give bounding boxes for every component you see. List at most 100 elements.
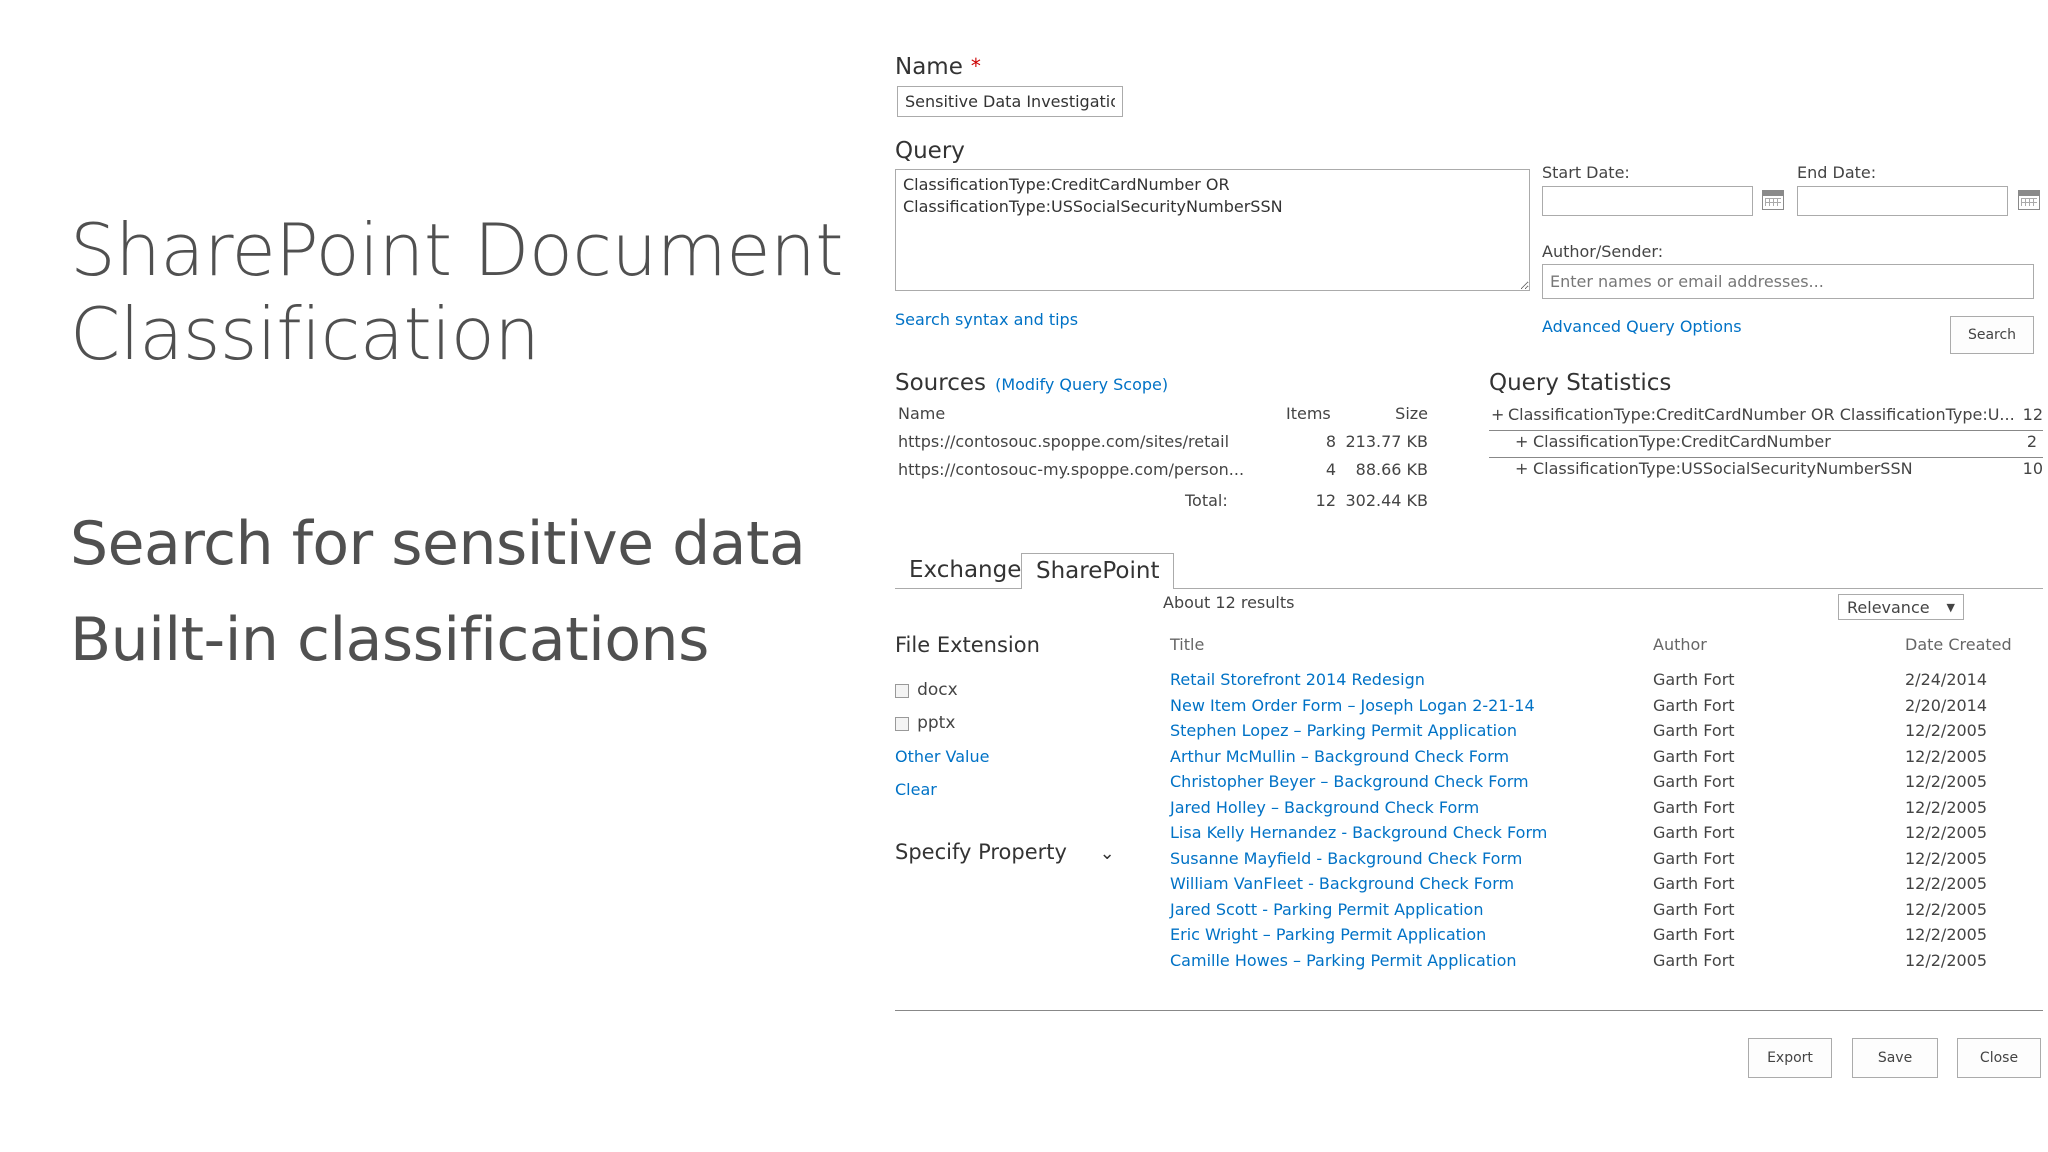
- result-title-link[interactable]: William VanFleet - Background Check Form: [1170, 874, 1514, 893]
- result-title-link[interactable]: Christopher Beyer – Background Check For…: [1170, 772, 1529, 791]
- save-button[interactable]: Save: [1852, 1038, 1938, 1078]
- result-title-link[interactable]: Camille Howes – Parking Permit Applicati…: [1170, 951, 1517, 970]
- col-header-title: Title: [1170, 635, 1205, 654]
- expand-toggle[interactable]: +: [1491, 405, 1504, 424]
- results-count: About 12 results: [1163, 593, 1295, 612]
- source-row-name: https://contosouc-my.spoppe.com/person..…: [898, 460, 1245, 479]
- checkbox[interactable]: [895, 683, 909, 698]
- result-author: Garth Fort: [1653, 823, 1735, 842]
- refiner-option[interactable]: docx: [895, 680, 958, 700]
- sources-total-items: 12: [1315, 491, 1336, 510]
- tab-exchange[interactable]: Exchange: [895, 553, 1035, 587]
- name-input[interactable]: [897, 86, 1123, 117]
- export-button[interactable]: Export: [1748, 1038, 1832, 1078]
- tab-sharepoint[interactable]: SharePoint: [1021, 553, 1175, 589]
- chevron-down-icon: ⌄: [1099, 843, 1115, 864]
- refiner-label: docx: [917, 680, 958, 700]
- result-author: Garth Fort: [1653, 848, 1735, 868]
- query-stats-title: Query Statistics: [1489, 370, 1672, 396]
- result-title-link[interactable]: Stephen Lopez – Parking Permit Applicati…: [1170, 721, 1517, 740]
- other-value-link[interactable]: Other Value: [895, 747, 989, 766]
- refiner-option[interactable]: pptx: [895, 713, 955, 733]
- result-title-link[interactable]: Retail Storefront 2014 Redesign: [1170, 670, 1425, 689]
- sources-title: Sources: [895, 370, 986, 396]
- sources-header: Sources (Modify Query Scope): [895, 370, 1168, 396]
- slide-bullet-2: Built-in classifications: [70, 605, 709, 675]
- sources-total-size: 302.44 KB: [1345, 491, 1428, 510]
- start-date-input[interactable]: [1542, 186, 1753, 216]
- result-author: Garth Fort: [1653, 925, 1735, 944]
- source-row-items: 8: [1325, 432, 1336, 451]
- start-date-label: Start Date:: [1542, 163, 1630, 182]
- refiner-label: pptx: [917, 713, 956, 733]
- result-title-link[interactable]: New Item Order Form – Joseph Logan 2-21-…: [1170, 696, 1535, 715]
- search-button[interactable]: Search: [1950, 316, 2034, 354]
- result-title-link[interactable]: Lisa Kelly Hernandez - Background Check …: [1170, 823, 1547, 842]
- result-author: Garth Fort: [1653, 950, 1735, 970]
- result-title-link[interactable]: Jared Holley – Background Check Form: [1170, 798, 1479, 817]
- stat-count: 12: [2022, 405, 2043, 424]
- specify-property-label: Specify Property: [895, 840, 1067, 864]
- result-title-link[interactable]: Susanne Mayfield - Background Check Form: [1170, 849, 1522, 868]
- sort-dropdown[interactable]: Relevance ▼: [1838, 594, 1964, 620]
- expand-toggle[interactable]: +: [1515, 459, 1528, 478]
- result-author: Garth Fort: [1653, 695, 1735, 715]
- source-row-name: https://contosouc.spoppe.com/sites/retai…: [898, 432, 1230, 451]
- sort-value: Relevance: [1847, 597, 1930, 617]
- result-date: 12/2/2005: [1905, 772, 1988, 791]
- result-date: 12/2/2005: [1905, 874, 1988, 893]
- author-input[interactable]: [1542, 264, 2034, 299]
- results-list: Retail Storefront 2014 Redesign Garth For…: [1170, 670, 2030, 980]
- sources-total-label: Total:: [1185, 491, 1228, 510]
- result-author: Garth Fort: [1653, 670, 1735, 689]
- stat-row: + ClassificationType:CreditCardNumber 2: [1489, 432, 2043, 458]
- author-label: Author/Sender:: [1542, 242, 1664, 261]
- dropdown-arrow-icon: ▼: [1946, 600, 1955, 614]
- col-header-author: Author: [1653, 635, 1707, 654]
- stat-label: ClassificationType:USSocialSecurityNumbe…: [1533, 459, 1913, 478]
- result-title-link[interactable]: Eric Wright – Parking Permit Application: [1170, 925, 1486, 944]
- clear-link[interactable]: Clear: [895, 780, 937, 799]
- result-date: 12/2/2005: [1905, 925, 1988, 944]
- stat-count: 10: [2022, 459, 2043, 478]
- checkbox[interactable]: [895, 716, 909, 731]
- calendar-icon[interactable]: [1762, 190, 1784, 210]
- result-title-link[interactable]: Jared Scott - Parking Permit Application: [1170, 900, 1483, 919]
- col-header-date: Date Created: [1905, 635, 2012, 654]
- search-syntax-link[interactable]: Search syntax and tips: [895, 310, 1078, 329]
- result-date: 12/2/2005: [1905, 899, 1988, 919]
- result-title-link[interactable]: Arthur McMullin – Background Check Form: [1170, 747, 1509, 766]
- specify-property-dropdown[interactable]: Specify Property ⌄: [895, 840, 1115, 864]
- result-date: 12/2/2005: [1905, 848, 1988, 868]
- stat-row: + ClassificationType:USSocialSecurityNum…: [1489, 459, 2043, 485]
- modify-scope-link[interactable]: (Modify Query Scope): [995, 375, 1168, 394]
- stat-label: ClassificationType:CreditCardNumber: [1533, 432, 1831, 451]
- end-date-label: End Date:: [1797, 163, 1877, 182]
- sort-select[interactable]: Relevance ▼: [1838, 594, 1964, 620]
- required-marker: *: [970, 54, 981, 78]
- slide-bullet-1: Search for sensitive data: [70, 509, 806, 579]
- query-label: Query: [895, 138, 965, 164]
- stat-count: 2: [2026, 432, 2037, 451]
- result-author: Garth Fort: [1653, 899, 1735, 919]
- result-author: Garth Fort: [1653, 772, 1735, 791]
- result-date: 2/24/2014: [1905, 670, 1988, 689]
- result-date: 12/2/2005: [1905, 746, 1988, 766]
- calendar-icon[interactable]: [2018, 190, 2040, 210]
- slide-title-line1: SharePoint Document: [70, 208, 843, 292]
- expand-toggle[interactable]: +: [1515, 432, 1528, 451]
- footer-divider: [895, 1010, 2043, 1011]
- source-row-items: 4: [1325, 460, 1336, 479]
- close-button[interactable]: Close: [1957, 1038, 2041, 1078]
- source-row-size: 88.66 KB: [1355, 460, 1428, 479]
- sources-table: Name Items Size https://contosouc.spoppe…: [898, 404, 1428, 514]
- stat-label: ClassificationType:CreditCardNumber OR C…: [1508, 405, 2015, 424]
- stat-row: + ClassificationType:CreditCardNumber OR…: [1489, 405, 2043, 431]
- advanced-query-link[interactable]: Advanced Query Options: [1542, 317, 1742, 336]
- sources-col-items: Items: [1286, 404, 1331, 423]
- slide-title-line2: Classification: [70, 292, 540, 376]
- result-date: 12/2/2005: [1905, 823, 1988, 842]
- end-date-input[interactable]: [1797, 186, 2008, 216]
- sources-col-name: Name: [898, 404, 946, 423]
- query-textarea[interactable]: [895, 169, 1530, 291]
